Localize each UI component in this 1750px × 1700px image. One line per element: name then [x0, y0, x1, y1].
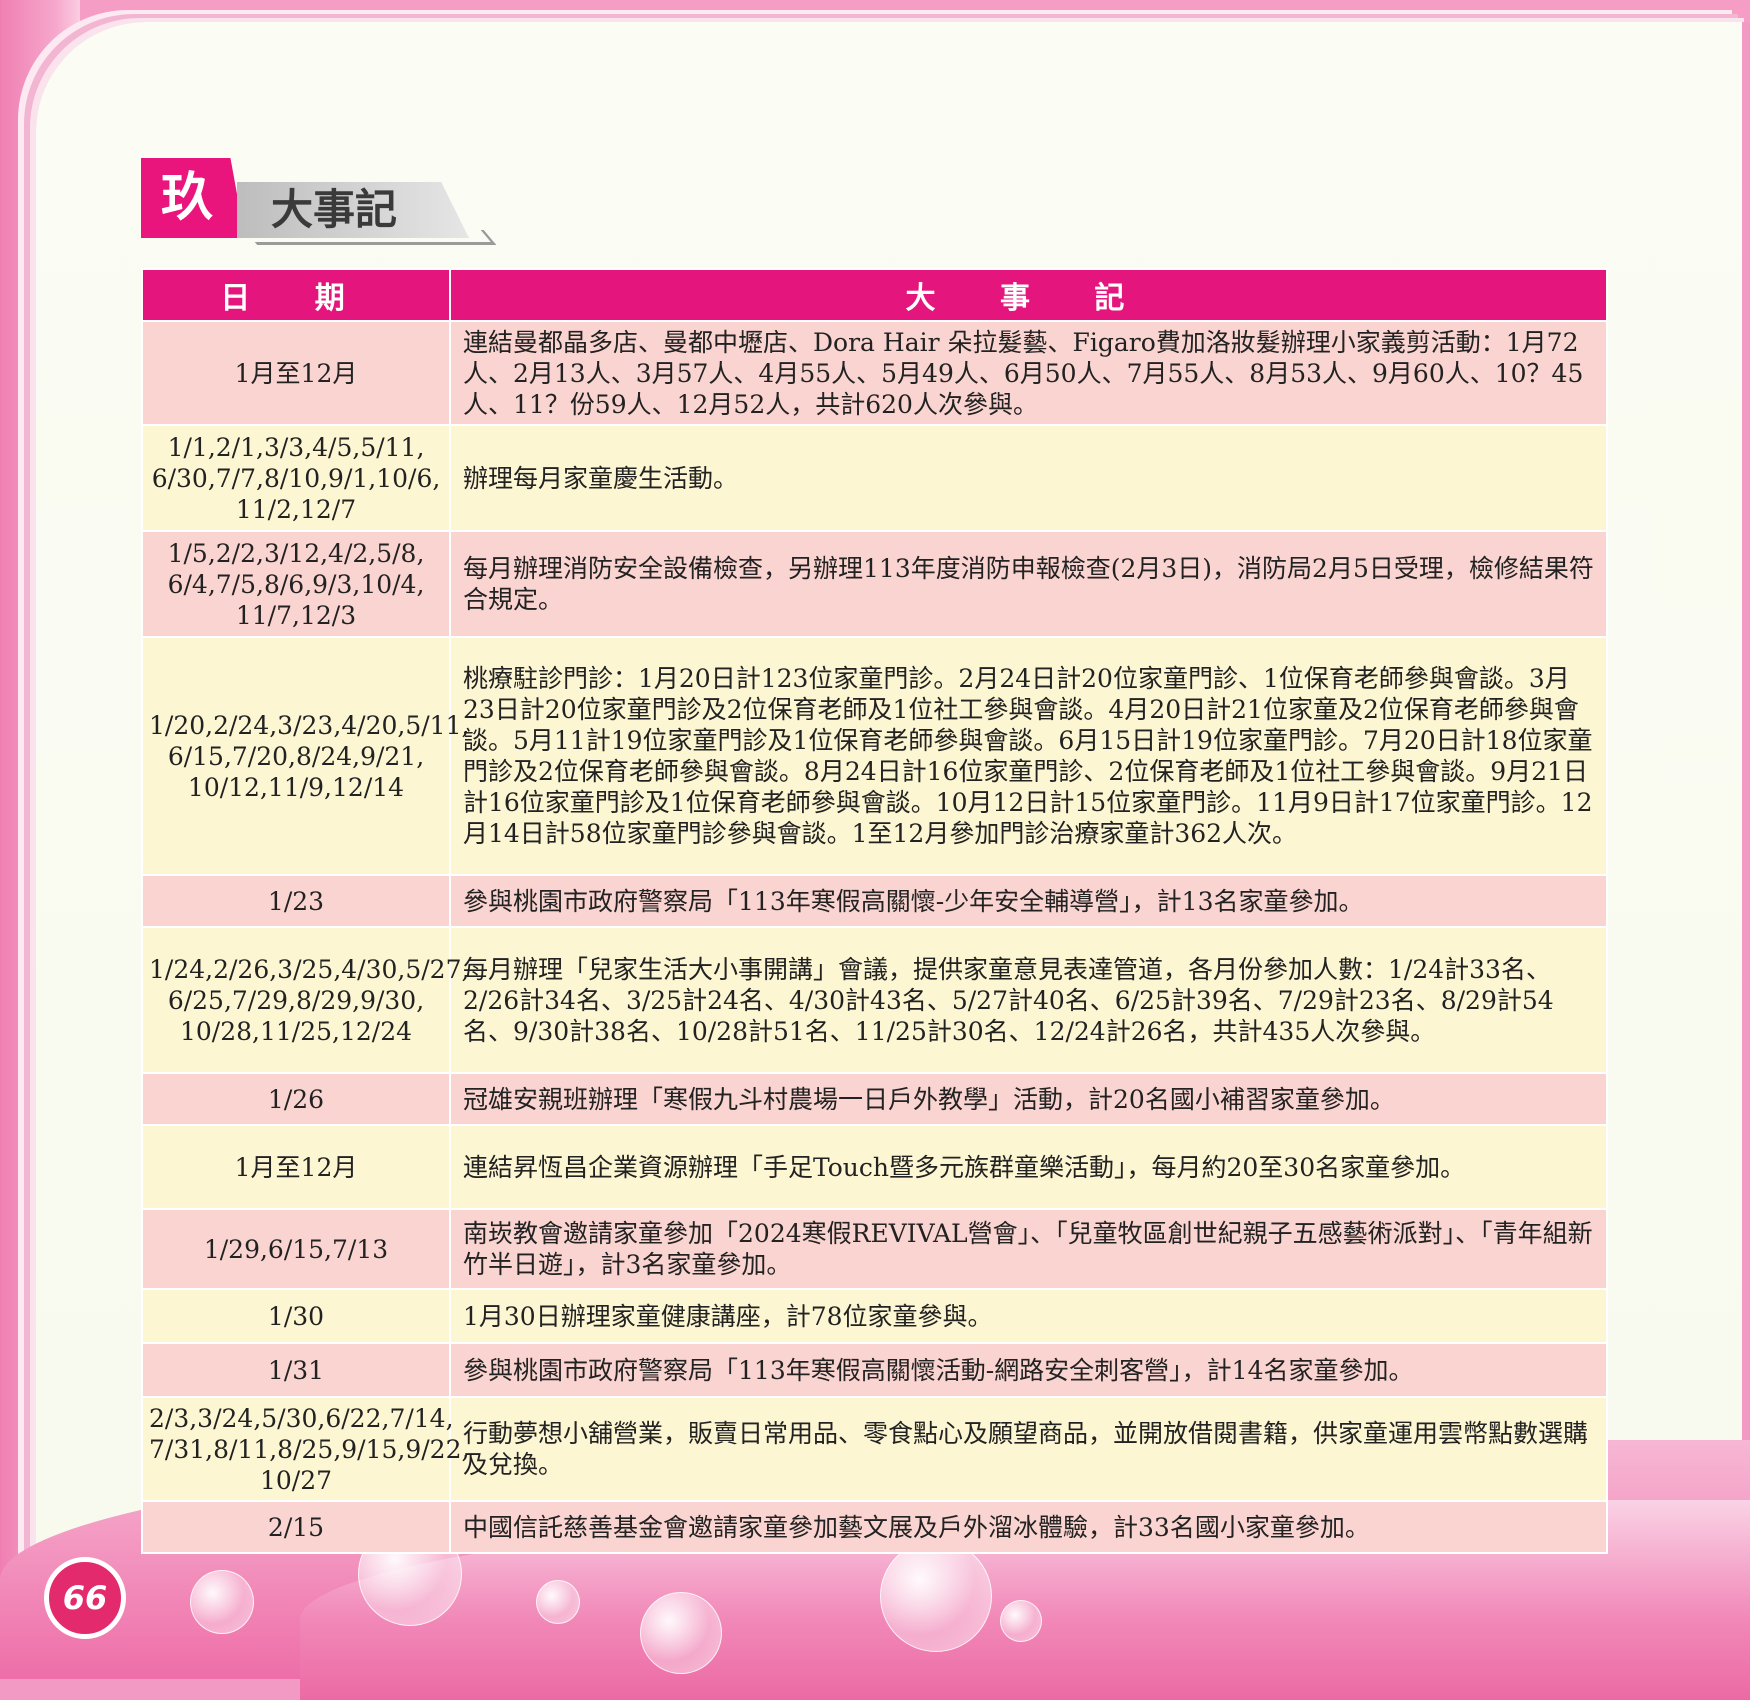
event-description: 南崁教會邀請家童參加「2024寒假REVIVAL營會」、「兒童牧區創世紀親子五感… [449, 1208, 1608, 1290]
event-description: 連結曼都晶多店、曼都中壢店、Dora Hair 朵拉髮藝、Figaro費加洛妝髮… [449, 320, 1608, 426]
bubble-decoration [1000, 1600, 1042, 1642]
table-row: 1月至12月 連結曼都晶多店、曼都中壢店、Dora Hair 朵拉髮藝、Figa… [141, 320, 1608, 426]
event-column-header: 大 事 記 [449, 268, 1608, 322]
event-description: 行動夢想小舖營業，販賣日常用品、零食點心及願望商品，並開放借閱書籍，供家童運用雲… [449, 1396, 1608, 1502]
event-description: 參與桃園市政府警察局「113年寒假高關懷-少年安全輔導營」，計13名家童參加。 [449, 874, 1608, 928]
event-date: 1/24,2/26,3/25,4/30,5/27, 6/25,7/29,8/29,… [141, 926, 469, 1074]
event-description: 中國信託慈善基金會邀請家童參加藝文展及戶外溜冰體驗，計33名國小家童參加。 [449, 1500, 1608, 1554]
event-description: 1月30日辦理家童健康講座，計78位家童參與。 [449, 1288, 1608, 1344]
table-row: 2/3,3/24,5/30,6/22,7/14, 7/31,8/11,8/25,9… [141, 1396, 1608, 1502]
table-row: 1/31 參與桃園市政府警察局「113年寒假高關懷活動-網路安全刺客營」，計14… [141, 1342, 1608, 1398]
event-date: 2/3,3/24,5/30,6/22,7/14, 7/31,8/11,8/25,9… [141, 1396, 469, 1502]
right-border [1742, 22, 1750, 1622]
event-date: 1/1,2/1,3/3,4/5,5/11, 6/30,7/7,8/10,9/1,1… [141, 424, 451, 532]
event-date: 1/30 [141, 1288, 451, 1344]
bubble-decoration [190, 1570, 254, 1634]
section-heading: 玖 大事記 [141, 158, 497, 248]
event-description: 每月辦理「兒家生活大小事開講」會議，提供家童意見表達管道，各月份參加人數：1/2… [449, 926, 1608, 1074]
bubble-decoration [640, 1592, 722, 1674]
event-date: 1/26 [141, 1072, 451, 1126]
table-row: 1/29,6/15,7/13 南崁教會邀請家童參加「2024寒假REVIVAL營… [141, 1208, 1608, 1290]
event-description: 冠雄安親班辦理「寒假九斗村農場一日戶外教學」活動，計20名國小補習家童參加。 [449, 1072, 1608, 1126]
table-row: 2/15 中國信託慈善基金會邀請家童參加藝文展及戶外溜冰體驗，計33名國小家童參… [141, 1500, 1608, 1554]
section-title: 大事記 [271, 185, 398, 234]
table-row: 1/24,2/26,3/25,4/30,5/27, 6/25,7/29,8/29,… [141, 926, 1608, 1074]
table-row: 1/20,2/24,3/23,4/20,5/11, 6/15,7/20,8/24,… [141, 636, 1608, 876]
table-row: 1/30 1月30日辦理家童健康講座，計78位家童參與。 [141, 1288, 1608, 1344]
event-description: 參與桃園市政府警察局「113年寒假高關懷活動-網路安全刺客營」，計14名家童參加… [449, 1342, 1608, 1398]
bubble-decoration [536, 1580, 580, 1624]
event-date: 1/31 [141, 1342, 451, 1398]
table-row: 1/26 冠雄安親班辦理「寒假九斗村農場一日戶外教學」活動，計20名國小補習家童… [141, 1072, 1608, 1126]
section-number: 玖 [160, 168, 213, 228]
date-column-header: 日 期 [141, 268, 451, 322]
event-date: 2/15 [141, 1500, 451, 1554]
table-row: 1/5,2/2,3/12,4/2,5/8, 6/4,7/5,8/6,9/3,10/… [141, 530, 1608, 638]
event-date: 1月至12月 [141, 1124, 451, 1210]
event-date: 1/20,2/24,3/23,4/20,5/11, 6/15,7/20,8/24,… [141, 636, 469, 876]
event-date: 1/29,6/15,7/13 [141, 1208, 451, 1290]
top-border [0, 0, 1750, 24]
table-row: 1/1,2/1,3/3,4/5,5/11, 6/30,7/7,8/10,9/1,1… [141, 424, 1608, 532]
events-table: 日 期 大 事 記 1月至12月 連結曼都晶多店、曼都中壢店、Dora Hair… [141, 268, 1608, 1554]
bubble-decoration [880, 1540, 992, 1652]
table-row: 1月至12月 連結昇恆昌企業資源辦理「手足Touch暨多元族群童樂活動」，每月約… [141, 1124, 1608, 1210]
event-date: 1月至12月 [141, 320, 451, 426]
event-date: 1/23 [141, 874, 451, 928]
event-date: 1/5,2/2,3/12,4/2,5/8, 6/4,7/5,8/6,9/3,10/… [141, 530, 451, 638]
event-description: 辦理每月家童慶生活動。 [449, 424, 1608, 532]
event-description: 桃療駐診門診：1月20日計123位家童門診。2月24日計20位家童門診、1位保育… [449, 636, 1608, 876]
event-description: 連結昇恆昌企業資源辦理「手足Touch暨多元族群童樂活動」，每月約20至30名家… [449, 1124, 1608, 1210]
table-header-row: 日 期 大 事 記 [141, 268, 1608, 322]
table-row: 1/23 參與桃園市政府警察局「113年寒假高關懷-少年安全輔導營」，計13名家… [141, 874, 1608, 928]
page-number: 66 [44, 1557, 126, 1639]
event-description: 每月辦理消防安全設備檢查，另辦理113年度消防申報檢查(2月3日)，消防局2月5… [449, 530, 1608, 638]
